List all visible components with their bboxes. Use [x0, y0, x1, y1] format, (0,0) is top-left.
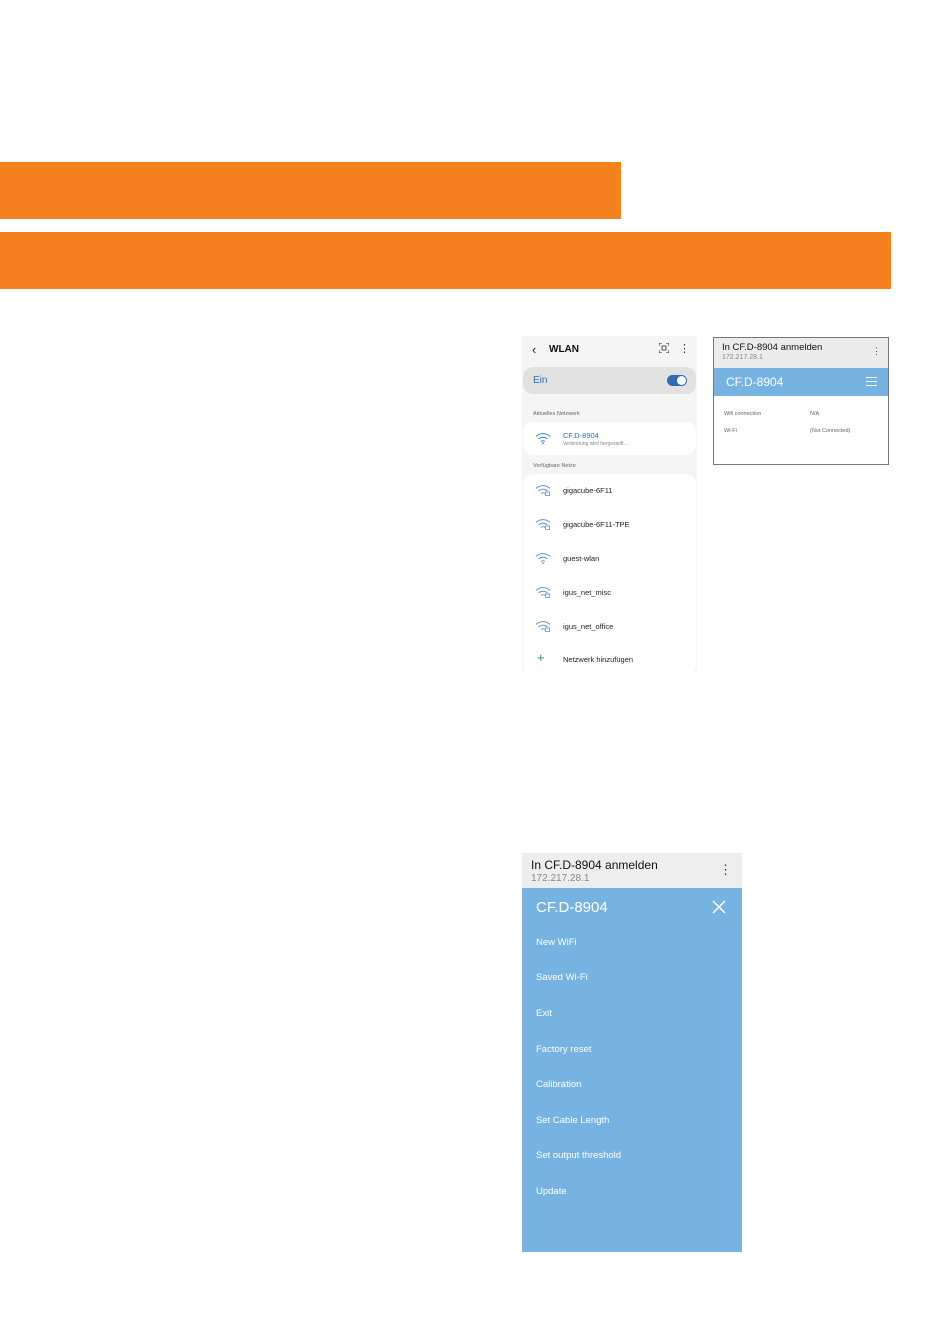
network-name: gigacube-6F11 [563, 486, 613, 495]
current-network-name: CF.D-8904 [563, 431, 599, 440]
close-icon[interactable] [711, 899, 727, 915]
menu-item-new-wifi[interactable]: New WiFi [536, 937, 577, 948]
chevron-left-icon[interactable]: ‹ [532, 342, 536, 357]
browser-address: 172.217.28.1 [722, 354, 763, 361]
status-value: (Not Connected) [810, 428, 851, 434]
network-item-igus-net-misc[interactable]: igus_net_misc [523, 578, 696, 606]
network-item-guest-wlan[interactable]: guest-wlan [523, 544, 696, 572]
wlan-header: ‹ WLAN ⋮ [522, 336, 697, 364]
captive-portal-menu-screen: In CF.D-8904 anmelden 172.217.28.1 ⋮ CF.… [522, 853, 742, 1252]
current-network-section-label: Aktuelles Netzwerk [533, 411, 580, 417]
current-network-status: Verbindung wird hergestellt... [563, 441, 628, 447]
captive-portal-status-screen: In CF.D-8904 anmelden 172.217.28.1 ⋮ CF.… [713, 337, 889, 465]
current-network-item[interactable]: CF.D-8904 Verbindung wird hergestellt... [523, 424, 696, 452]
wifi-lock-icon [535, 621, 551, 632]
orange-header-bar-top [0, 162, 621, 219]
status-key: Wi-Fi [724, 428, 737, 434]
browser-header: In CF.D-8904 anmelden 172.217.28.1 ⋮ [714, 338, 888, 368]
device-name: CF.D-8904 [726, 375, 784, 389]
browser-header: In CF.D-8904 anmelden 172.217.28.1 ⋮ [522, 853, 742, 888]
browser-title: In CF.D-8904 anmelden [722, 342, 823, 353]
browser-address: 172.217.28.1 [531, 873, 590, 884]
available-networks-section-label: Verfügbare Netze [533, 463, 576, 469]
network-item-igus-net-office[interactable]: igus_net_office [523, 612, 696, 640]
network-name: igus_net_office [563, 622, 614, 631]
more-vertical-icon[interactable]: ⋮ [719, 862, 732, 878]
current-network-card: CF.D-8904 Verbindung wird hergestellt... [523, 422, 696, 455]
more-vertical-icon[interactable]: ⋮ [872, 346, 881, 357]
add-network-button[interactable]: + Netzwerk hinzufügen [523, 646, 696, 671]
hamburger-menu-icon[interactable] [866, 377, 877, 386]
wifi-icon [535, 433, 551, 444]
network-name: gigacube-6F11-TPE [563, 520, 630, 529]
wifi-lock-icon [535, 485, 551, 496]
more-vertical-icon[interactable]: ⋮ [679, 342, 690, 355]
add-network-label: Netzwerk hinzufügen [563, 655, 634, 664]
wlan-toggle-switch[interactable] [667, 375, 687, 386]
wlan-title: WLAN [549, 344, 579, 355]
wifi-lock-icon [535, 587, 551, 598]
menu-item-exit[interactable]: Exit [536, 1008, 552, 1019]
wlan-toggle-label: Ein [533, 375, 548, 386]
network-name: igus_net_misc [563, 588, 611, 597]
qr-scan-icon[interactable] [659, 343, 669, 353]
wlan-toggle-row[interactable]: Ein [523, 367, 696, 394]
status-value: N/A [810, 411, 820, 417]
plus-icon: + [537, 650, 545, 665]
network-item-gigacube-6f11[interactable]: gigacube-6F11 [523, 476, 696, 504]
device-name: CF.D-8904 [536, 899, 608, 916]
menu-item-set-cable-length[interactable]: Set Cable Length [536, 1115, 609, 1126]
wifi-lock-icon [535, 519, 551, 530]
wifi-icon [535, 553, 551, 564]
device-header: CF.D-8904 [714, 368, 888, 396]
menu-item-factory-reset[interactable]: Factory reset [536, 1044, 591, 1055]
network-item-gigacube-6f11-tpe[interactable]: gigacube-6F11-TPE [523, 510, 696, 538]
menu-item-calibration[interactable]: Calibration [536, 1079, 581, 1090]
orange-header-bar-bottom [0, 232, 891, 289]
browser-title: In CF.D-8904 anmelden [531, 858, 658, 872]
network-name: guest-wlan [563, 554, 600, 563]
wlan-settings-screen: ‹ WLAN ⋮ Ein Aktuelles Netzwerk CF.D-890… [522, 336, 697, 671]
status-key: Wifi connection [724, 411, 762, 417]
menu-item-set-output-threshold[interactable]: Set output threshold [536, 1150, 621, 1161]
available-networks-card: gigacube-6F11 gigacube-6F11-TPE guest-wl… [523, 474, 696, 671]
menu-item-update[interactable]: Update [536, 1186, 567, 1197]
menu-item-saved-wifi[interactable]: Saved Wi-Fi [536, 972, 588, 983]
